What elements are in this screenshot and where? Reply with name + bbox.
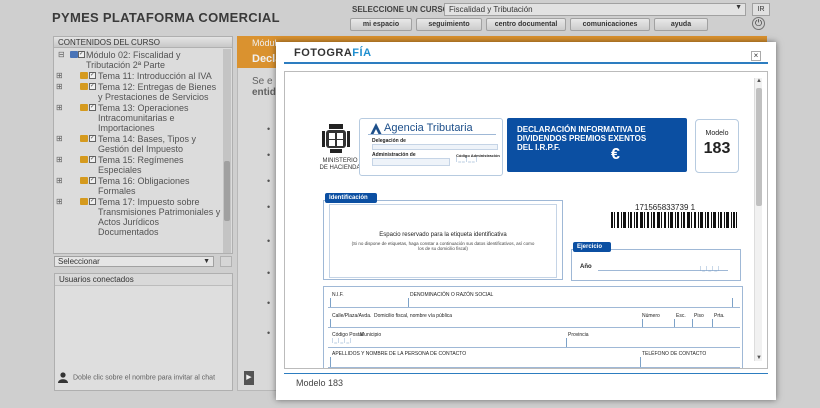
piso-label: Piso: [694, 313, 704, 319]
anio-label: Año: [580, 264, 592, 270]
modelo-box: Modelo 183: [695, 119, 739, 173]
barcode-icon: [611, 212, 737, 228]
field-divider: [712, 319, 713, 327]
identification-section: Espacio reservado para la etiqueta ident…: [323, 200, 563, 280]
row-domicilio[interactable]: [328, 327, 740, 328]
identification-table: N.I.F. DENOMINACIÓN O RAZÓN SOCIAL Calle…: [323, 286, 743, 368]
euro-icon: €: [611, 146, 620, 163]
crest-icon: [322, 124, 350, 153]
modal-divider: [284, 62, 768, 64]
field-divider: [674, 319, 675, 327]
image-modal: FOTOGRAFÍA × MINISTERIO DE HACIENDA Agen…: [276, 42, 776, 400]
modelo-number: 183: [703, 140, 731, 157]
scroll-up-icon[interactable]: ▲: [755, 78, 763, 84]
barcode-number: 171565833739 1: [635, 203, 696, 212]
label-area-text: Espacio reservado para la etiqueta ident…: [379, 232, 507, 238]
administracion-field[interactable]: [372, 158, 450, 166]
logo-text: FOTOGRA: [294, 47, 353, 59]
apellidos-label: APELLIDOS Y NOMBRE DE LA PERSONA DE CONT…: [332, 351, 467, 357]
esc-label: Esc.: [676, 313, 686, 319]
row-municipio[interactable]: [328, 347, 740, 348]
divider: [368, 134, 496, 135]
fotografia-logo: FOTOGRAFÍA: [294, 47, 372, 59]
ejercicio-header: Ejercicio: [573, 242, 611, 252]
logo-text-accent: FÍA: [352, 47, 372, 59]
declaration-title-box: DECLARACIÓN INFORMATIVA DE DIVIDENDOS PR…: [507, 118, 687, 172]
field-divider: [566, 338, 567, 347]
denominacion-label: DENOMINACIÓN O RAZÓN SOCIAL: [410, 292, 494, 298]
delegacion-field[interactable]: [372, 144, 498, 150]
numero-label: Número: [642, 313, 660, 319]
close-button[interactable]: ×: [751, 51, 761, 61]
provincia-label: Provincia: [568, 332, 589, 338]
nif-label: N.I.F.: [332, 292, 344, 298]
field-divider: [692, 319, 693, 327]
codigo-admin-field[interactable]: |‗‗|‗‗|: [456, 157, 478, 163]
label-area[interactable]: Espacio reservado para la etiqueta ident…: [329, 204, 557, 278]
field-divider: [330, 298, 331, 307]
agency-box: Agencia Tributaria Delegación de Adminis…: [359, 118, 503, 176]
scroll-thumb[interactable]: [756, 88, 762, 206]
ministry-label: MINISTERIO DE HACIENDA: [319, 158, 361, 171]
scroll-down-icon[interactable]: ▼: [755, 355, 763, 361]
codigo-postal-digits: |‗|‗|‗|: [332, 338, 353, 344]
modelo-label: Modelo: [705, 130, 729, 137]
municipio-label: Municipio: [360, 332, 382, 338]
telefono-label: TELÉFONO DE CONTACTO: [642, 351, 707, 357]
field-divider: [330, 357, 331, 367]
image-caption: Modelo 183: [296, 378, 344, 388]
declaration-title: DECLARACIÓN INFORMATIVA DE DIVIDENDOS PR…: [517, 125, 647, 152]
row-contacto[interactable]: [328, 367, 740, 368]
identification-header: Identificación: [325, 193, 377, 203]
domicilio-label: Domicilio fiscal, nombre vía pública: [374, 313, 453, 319]
calle-label: Calle/Plaza/Avda.: [332, 313, 372, 319]
viewer-scrollbar[interactable]: ▲ ▼: [754, 78, 762, 361]
label-area-note: (Si no dispone de etiquetas, haga consta…: [351, 241, 535, 251]
prta-label: Prta.: [714, 313, 725, 319]
ejercicio-section: Año |‗|‗|‗|: [571, 249, 741, 281]
field-divider: [330, 319, 331, 327]
document-viewer[interactable]: MINISTERIO DE HACIENDA Agencia Tributari…: [284, 71, 768, 369]
field-divider: [642, 319, 643, 327]
anio-digits: |‗|‗|‗|: [700, 266, 721, 272]
field-divider: [408, 298, 409, 307]
field-divider: [640, 357, 641, 367]
row-nif[interactable]: [328, 307, 740, 308]
modal-footer-divider: [284, 373, 768, 374]
agency-name: Agencia Tributaria: [384, 122, 473, 134]
field-divider: [732, 298, 733, 307]
